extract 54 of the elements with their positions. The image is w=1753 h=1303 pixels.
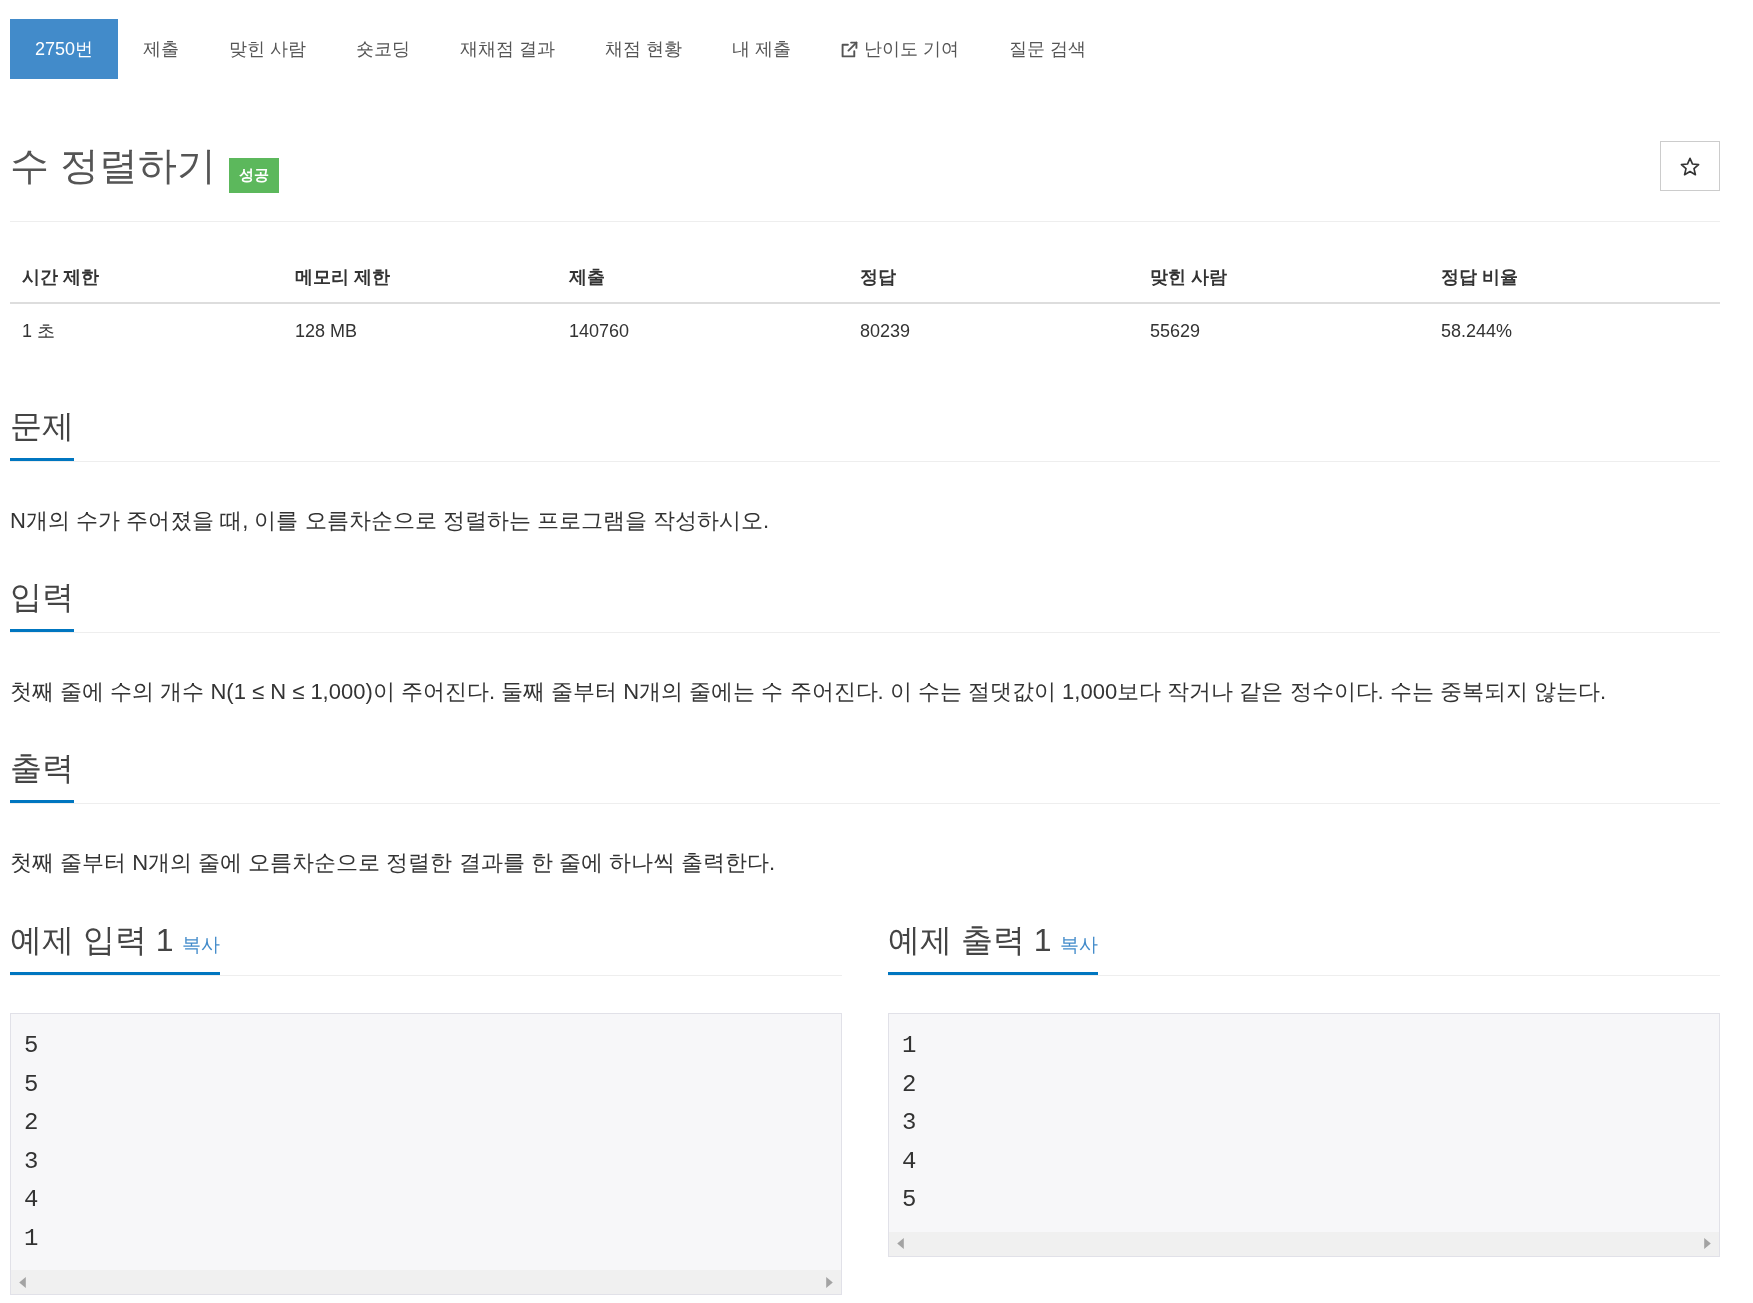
- heading-underline: [10, 458, 74, 461]
- table-cell: 1 초: [10, 303, 283, 355]
- code-line: 1: [24, 1223, 39, 1254]
- nav-tab[interactable]: 제출: [118, 19, 205, 79]
- nav-tab[interactable]: 내 제출: [707, 19, 817, 79]
- code-line: 3: [902, 1108, 917, 1138]
- code-line: 2: [24, 1108, 39, 1138]
- status-badge: 성공: [228, 158, 279, 193]
- favorite-button[interactable]: [1660, 141, 1720, 191]
- code-line: 5: [24, 1031, 39, 1061]
- copy-link[interactable]: 복사: [181, 931, 220, 960]
- code-line: 1: [902, 1031, 917, 1061]
- table-cell: 128 MB: [283, 303, 557, 355]
- scroll-right-arrow-icon[interactable]: [826, 1276, 833, 1288]
- section-heading: 출력: [10, 749, 74, 788]
- nav-tab[interactable]: 숏코딩: [331, 19, 436, 79]
- section-text: 첫째 줄부터 N개의 줄에 오름차순으로 정렬한 결과를 한 줄에 하나씩 출력한다.: [10, 849, 777, 877]
- scroll-left-arrow-icon[interactable]: [19, 1276, 26, 1288]
- code-line: 3: [24, 1146, 39, 1177]
- section-heading: 문제: [10, 407, 74, 446]
- scroll-left-arrow-icon[interactable]: [897, 1238, 904, 1249]
- table-cell: 55629: [1138, 303, 1429, 355]
- scroll-right-arrow-icon[interactable]: [1704, 1238, 1711, 1249]
- code-line: 2: [902, 1069, 917, 1100]
- section-heading: 예제 입력 1: [10, 921, 174, 960]
- horizontal-scrollbar[interactable]: [11, 1270, 841, 1294]
- table-cell: 80239: [848, 303, 1138, 355]
- heading-underline: [10, 800, 74, 803]
- code-line: 4: [902, 1146, 917, 1177]
- table-header: 정답 비율: [1429, 253, 1720, 303]
- nav-tab[interactable]: 2750번: [10, 19, 119, 79]
- table-cell: 140760: [557, 303, 848, 355]
- code-line: 5: [902, 1185, 917, 1215]
- section-heading: 예제 출력 1: [888, 921, 1052, 960]
- heading-underline: [10, 629, 74, 632]
- table-header: 정답: [848, 253, 1138, 303]
- section-heading: 입력: [10, 578, 74, 617]
- nav-tab[interactable]: 난이도 기여: [816, 19, 985, 79]
- horizontal-scrollbar[interactable]: [889, 1231, 1719, 1256]
- nav-tab[interactable]: 맞힌 사람: [204, 19, 332, 79]
- section-text: 첫째 줄에 수의 개수 N(1 ≤ N ≤ 1,000)이 주어진다. 둘째 줄부터 N개의 줄에는 수 주어진다. 이 수는 절댓값이 1,000보다 작거나 같은 정수이다. 수는 중복되지 않는다.: [10, 678, 1608, 706]
- nav-tab[interactable]: 질문 검색: [984, 19, 1112, 79]
- problem-title: 수 정렬하기: [10, 143, 216, 189]
- table-cell: 58.244%: [1429, 303, 1720, 355]
- table-header: 메모리 제한: [283, 253, 557, 303]
- table-header: 맞힌 사람: [1138, 253, 1429, 303]
- code-line: 5: [24, 1069, 39, 1100]
- section-text: N개의 수가 주어졌을 때, 이를 오름차순으로 정렬하는 프로그램을 작성하시오.: [10, 507, 770, 535]
- copy-link[interactable]: 복사: [1059, 931, 1098, 960]
- table-header: 시간 제한: [10, 253, 283, 303]
- code-line: 4: [24, 1185, 39, 1215]
- nav-tab[interactable]: 재채점 결과: [435, 19, 581, 79]
- nav-tab[interactable]: 채점 현황: [580, 19, 708, 79]
- table-header: 제출: [557, 253, 848, 303]
